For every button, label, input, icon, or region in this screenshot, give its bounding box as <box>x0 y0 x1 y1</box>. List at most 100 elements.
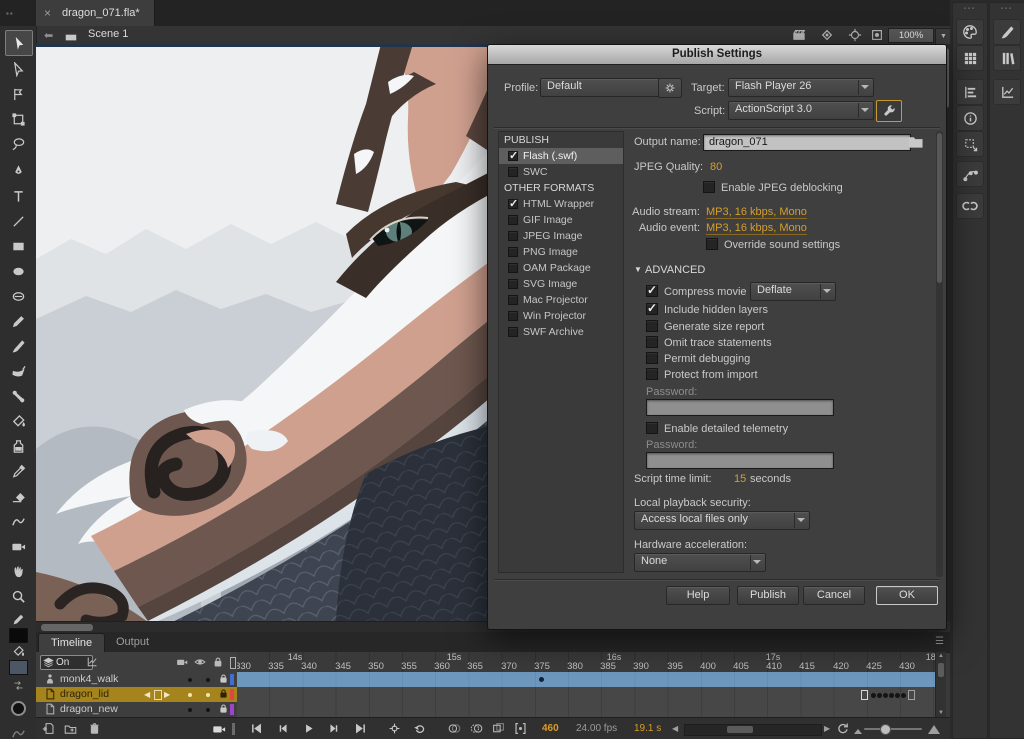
format-checkbox[interactable] <box>508 311 518 321</box>
scroll-left-icon[interactable]: ◀ <box>672 724 678 733</box>
format-checkbox[interactable] <box>508 199 518 209</box>
format-row-png[interactable]: PNG Image <box>499 244 623 260</box>
permit-debugging-option[interactable]: Permit debugging <box>646 352 750 365</box>
checkbox[interactable] <box>646 303 658 315</box>
checkbox[interactable] <box>646 285 658 297</box>
keyframe-dot[interactable] <box>539 677 544 682</box>
pen-tool[interactable] <box>8 161 28 181</box>
library-panel-button[interactable] <box>993 45 1021 71</box>
edit-scene-menu-icon[interactable] <box>792 28 806 42</box>
format-row-oam[interactable]: OAM Package <box>499 260 623 276</box>
timeline-frames-area[interactable]: 14s 15s 16s 17s 18s 330 335 340 345 350 … <box>237 652 935 717</box>
cancel-button[interactable]: Cancel <box>803 586 865 605</box>
layer-name[interactable]: dragon_lid <box>60 687 109 702</box>
tab-output[interactable]: Output <box>104 633 161 652</box>
dialog-scrollbar[interactable] <box>936 131 943 577</box>
omit-trace-option[interactable]: Omit trace statements <box>646 336 772 349</box>
delete-layer-icon[interactable] <box>88 722 101 735</box>
format-checkbox[interactable] <box>508 151 518 161</box>
layer-row-dragon-new[interactable]: dragon_new <box>36 702 237 718</box>
frame-track-dragon-lid[interactable] <box>237 687 935 703</box>
onion-skin-outlines-icon[interactable] <box>470 722 483 735</box>
layer-name[interactable]: monk4_walk <box>60 672 118 687</box>
reset-timeline-zoom-icon[interactable] <box>836 722 849 735</box>
go-to-first-frame-icon[interactable] <box>250 722 263 735</box>
dialog-title[interactable]: Publish Settings <box>488 45 946 65</box>
telemetry-option[interactable]: Enable detailed telemetry <box>646 422 788 435</box>
modify-markers-icon[interactable] <box>514 722 527 735</box>
graph-editor-icon[interactable] <box>86 656 98 668</box>
layer-color-chip[interactable] <box>230 674 234 685</box>
center-stage-icon[interactable] <box>848 28 862 42</box>
keyframe-dot[interactable] <box>901 693 906 698</box>
ok-button[interactable]: OK <box>876 586 938 605</box>
play-icon[interactable] <box>302 722 315 735</box>
primitive-oval-tool[interactable] <box>8 286 28 306</box>
layer-color-chip[interactable] <box>230 689 234 700</box>
camera-column-icon[interactable] <box>176 656 188 668</box>
motion-presets-panel-button[interactable] <box>956 161 984 187</box>
scrollbar-thumb[interactable] <box>938 663 944 677</box>
advanced-section-toggle[interactable]: ▼ ADVANCED <box>634 264 705 276</box>
frame-track-dragon-new[interactable] <box>237 702 935 717</box>
visibility-dot[interactable] <box>206 693 210 697</box>
gradient-transform-tool[interactable] <box>8 84 28 104</box>
snap-to-objects-toggle[interactable] <box>8 723 28 739</box>
help-button[interactable]: Help <box>666 586 730 605</box>
format-row-mac[interactable]: Mac Projector <box>499 292 623 308</box>
scrollbar-thumb[interactable] <box>937 133 942 283</box>
history-panel-button[interactable] <box>993 79 1021 105</box>
scroll-right-icon[interactable]: ▶ <box>824 724 830 733</box>
brush-tool[interactable] <box>8 336 28 356</box>
stroke-color-icon[interactable] <box>8 612 28 626</box>
profile-options-button[interactable] <box>658 78 682 98</box>
format-checkbox[interactable] <box>508 231 518 241</box>
cc-libraries-panel-button[interactable] <box>956 193 984 219</box>
swatches-panel-button[interactable] <box>956 45 984 71</box>
camera-toggle-icon[interactable] <box>212 722 226 736</box>
onion-skin-start-marker[interactable]: ◀ <box>144 687 150 702</box>
visibility-dot[interactable] <box>206 708 210 712</box>
timeline-zoom-slider[interactable] <box>864 728 922 730</box>
selection-tool[interactable] <box>5 30 33 56</box>
loop-playback-icon[interactable] <box>414 722 427 735</box>
script-dropdown[interactable]: ActionScript 3.0 <box>728 101 874 120</box>
clip-content-icon[interactable] <box>870 28 884 42</box>
compress-method-dropdown[interactable]: Deflate <box>750 282 836 301</box>
layer-name[interactable]: dragon_new <box>60 702 118 717</box>
keyframe-hollow[interactable] <box>908 690 915 700</box>
lasso-tool[interactable] <box>8 134 28 154</box>
timeline-horizontal-scrollbar[interactable] <box>684 724 822 736</box>
keyframe-dot[interactable] <box>889 693 894 698</box>
format-row-archive[interactable]: SWF Archive <box>499 324 623 340</box>
audio-stream-value[interactable]: MP3, 16 kbps, Mono <box>706 206 807 219</box>
eyedropper-tool[interactable] <box>8 461 28 481</box>
frame-ruler[interactable]: 14s 15s 16s 17s 18s 330 335 340 345 350 … <box>237 652 935 673</box>
fill-color-swatch[interactable] <box>9 660 28 675</box>
new-folder-icon[interactable] <box>64 722 77 735</box>
ink-bottle-tool[interactable] <box>8 436 28 456</box>
format-row-svg[interactable]: SVG Image <box>499 276 623 292</box>
visibility-dot[interactable] <box>206 678 210 682</box>
lock-icon[interactable] <box>218 703 229 714</box>
fill-color-icon[interactable] <box>8 644 28 658</box>
lock-column-icon[interactable] <box>212 656 224 668</box>
checkbox[interactable] <box>646 422 658 434</box>
format-row-swc[interactable]: SWC <box>499 164 623 180</box>
format-checkbox[interactable] <box>508 295 518 305</box>
script-settings-button[interactable] <box>876 100 902 122</box>
keyframe-dot[interactable] <box>895 693 900 698</box>
step-back-icon[interactable] <box>276 722 289 735</box>
bone-tool[interactable] <box>8 386 28 406</box>
keyframe-dot[interactable] <box>883 693 888 698</box>
tab-timeline[interactable]: Timeline <box>38 633 105 653</box>
format-checkbox[interactable] <box>508 327 518 337</box>
format-checkbox[interactable] <box>508 247 518 257</box>
current-frame-indicator[interactable]: 460 <box>542 723 559 734</box>
close-tab-icon[interactable]: × <box>44 0 51 26</box>
text-tool[interactable] <box>8 186 28 206</box>
swap-colors-icon[interactable] <box>8 678 28 692</box>
color-panel-button[interactable] <box>956 19 984 45</box>
jpeg-quality-value[interactable]: 80 <box>710 161 722 173</box>
subselection-tool[interactable] <box>8 59 28 79</box>
